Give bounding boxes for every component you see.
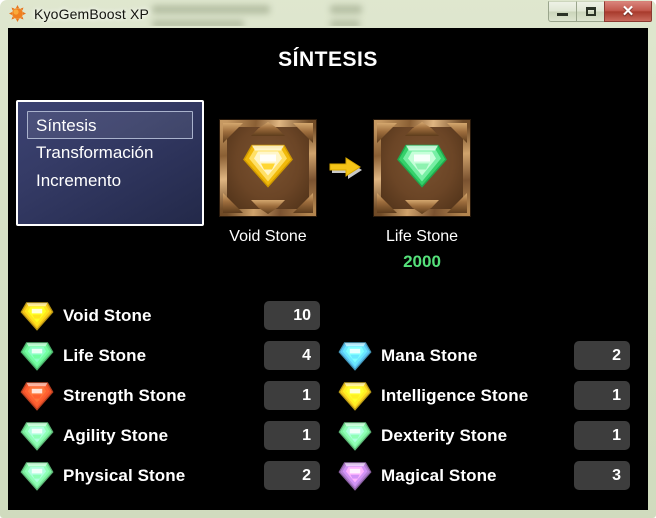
- inventory-item-value[interactable]: 10: [264, 301, 320, 330]
- void-stone-gem: [242, 142, 294, 195]
- life-stone-gem: [20, 340, 54, 372]
- right-arrow-icon: [326, 156, 366, 182]
- inventory-row-dexterity-stone[interactable]: Dexterity Stone 1: [338, 416, 648, 456]
- mode-list[interactable]: Síntesis Transformación Incremento: [16, 100, 204, 226]
- page-title: SÍNTESIS: [278, 48, 378, 71]
- application-window: KyoGemBoost XP ✕ SÍNTESIS Síntesis Trans…: [0, 0, 656, 518]
- inventory-row-strength-stone[interactable]: Strength Stone 1: [20, 376, 332, 416]
- agility-stone-gem: [20, 420, 54, 452]
- physical-stone-gem: [20, 460, 54, 492]
- mode-list-item-incremento[interactable]: Incremento: [18, 167, 202, 195]
- inventory-item-label: Strength Stone: [63, 386, 187, 405]
- inventory-item-value[interactable]: 3: [574, 461, 630, 490]
- inventory-row-physical-stone[interactable]: Physical Stone 2: [20, 456, 332, 496]
- target-gem-frame[interactable]: [374, 120, 470, 216]
- maximize-button[interactable]: [576, 1, 605, 22]
- inventory-item-value[interactable]: 1: [264, 381, 320, 410]
- inventory-row-intelligence-stone[interactable]: Intelligence Stone 1: [338, 376, 648, 416]
- inventory-item-label: Void Stone: [63, 306, 152, 325]
- mode-list-item-sintesis[interactable]: Síntesis: [27, 111, 193, 139]
- intelligence-stone-gem: [338, 380, 372, 412]
- inventory-item-label: Physical Stone: [63, 466, 186, 485]
- maximize-icon: [585, 7, 596, 16]
- window-controls: ✕: [548, 1, 652, 22]
- result-value: 2000: [403, 252, 441, 271]
- inventory-item-label: Mana Stone: [381, 346, 478, 365]
- inventory-panel: Void Stone 10 Life Stone 4 Strength Stone 1 Ag…: [8, 296, 648, 510]
- close-icon: ✕: [621, 3, 635, 20]
- synthesis-preview: Void Stone Life Stone 2000: [204, 100, 504, 280]
- inventory-column-left: Void Stone 10 Life Stone 4 Strength Stone 1 Ag…: [20, 296, 332, 496]
- inventory-item-label: Magical Stone: [381, 466, 497, 485]
- inventory-item-label: Agility Stone: [63, 426, 169, 445]
- source-gem-caption: Void Stone: [229, 228, 307, 245]
- mode-list-item-label: Incremento: [36, 171, 122, 190]
- inventory-item-value[interactable]: 4: [264, 341, 320, 370]
- inventory-item-value[interactable]: 1: [264, 421, 320, 450]
- inventory-item-label: Dexterity Stone: [381, 426, 508, 445]
- dexterity-stone-gem: [338, 420, 372, 452]
- sun-icon: [9, 5, 26, 22]
- inventory-row-agility-stone[interactable]: Agility Stone 1: [20, 416, 332, 456]
- minimize-button[interactable]: [548, 1, 577, 22]
- inventory-row-magical-stone[interactable]: Magical Stone 3: [338, 456, 648, 496]
- void-stone-gem: [20, 300, 54, 332]
- inventory-row-life-stone[interactable]: Life Stone 4: [20, 336, 332, 376]
- inventory-item-value[interactable]: 2: [264, 461, 320, 490]
- inventory-row-mana-stone[interactable]: Mana Stone 2: [338, 336, 648, 376]
- app-canvas: SÍNTESIS Síntesis Transformación Increme…: [8, 28, 648, 510]
- target-gem-caption: Life Stone: [385, 228, 459, 245]
- mode-list-item-label: Transformación: [36, 143, 154, 162]
- close-button[interactable]: ✕: [604, 1, 652, 22]
- inventory-item-value[interactable]: 1: [574, 421, 630, 450]
- mana-stone-gem: [338, 340, 372, 372]
- title-bar[interactable]: KyoGemBoost XP ✕: [0, 0, 656, 27]
- strength-stone-gem: [20, 380, 54, 412]
- mode-list-item-label: Síntesis: [36, 116, 97, 135]
- mode-list-item-transformacion[interactable]: Transformación: [18, 139, 202, 167]
- app-title: KyoGemBoost XP: [34, 5, 149, 22]
- life-stone-gem: [396, 142, 448, 195]
- inventory-item-label: Life Stone: [63, 346, 147, 365]
- inventory-item-value[interactable]: 2: [574, 341, 630, 370]
- source-gem-frame[interactable]: [220, 120, 316, 216]
- inventory-item-label: Intelligence Stone: [381, 386, 529, 405]
- minimize-icon: [557, 13, 568, 16]
- magical-stone-gem: [338, 460, 372, 492]
- inventory-item-value[interactable]: 1: [574, 381, 630, 410]
- inventory-row-void-stone[interactable]: Void Stone 10: [20, 296, 332, 336]
- inventory-column-right: Mana Stone 2 Intelligence Stone 1 Dexterity …: [338, 336, 648, 496]
